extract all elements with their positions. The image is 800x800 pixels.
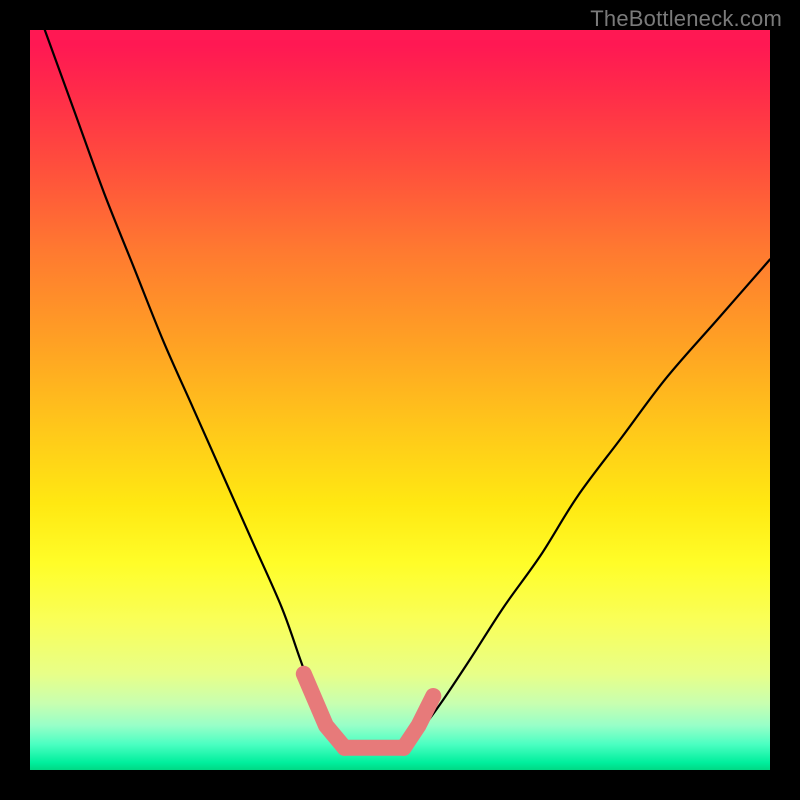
series-left_curve [45, 30, 345, 748]
series-right_curve [404, 259, 770, 747]
series-highlight_right [404, 696, 434, 748]
plot-area [30, 30, 770, 770]
curve-layer [30, 30, 770, 770]
watermark-text: TheBottleneck.com [590, 6, 782, 32]
chart-frame: TheBottleneck.com [0, 0, 800, 800]
series-highlight_left [304, 674, 345, 748]
